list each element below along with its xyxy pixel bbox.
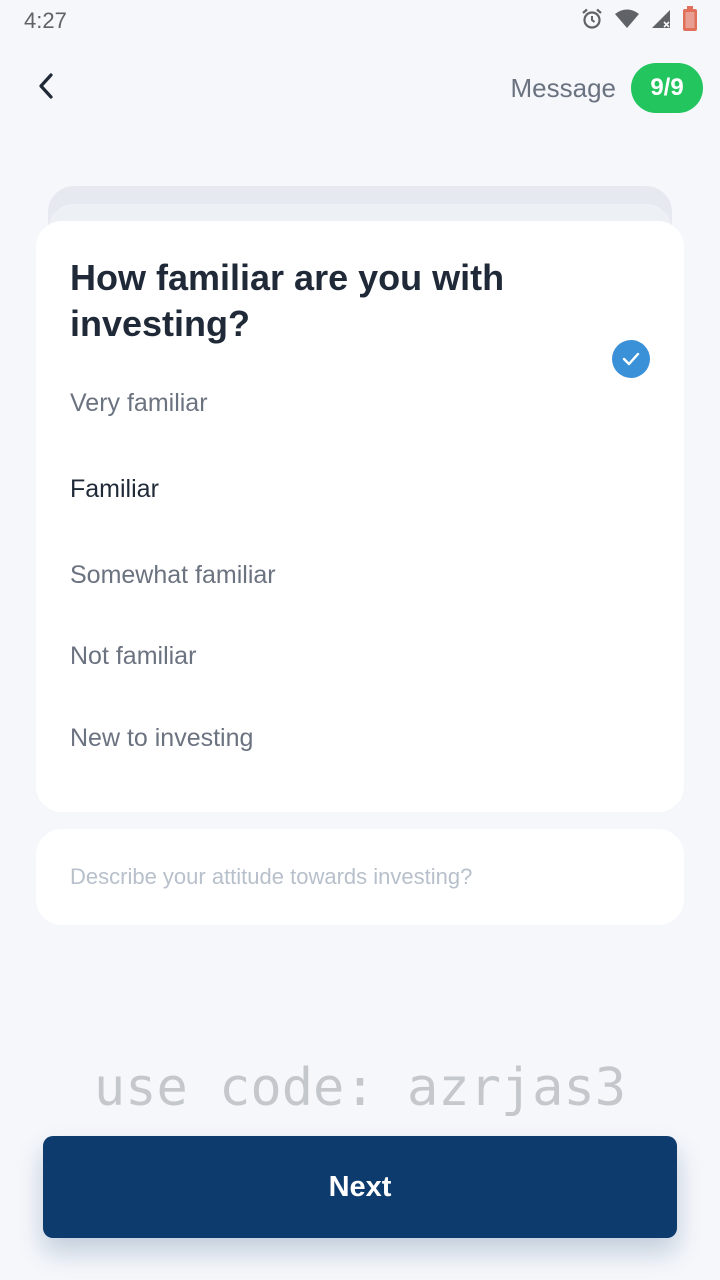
- option-label: Somewhat familiar: [70, 561, 276, 589]
- status-time: 4:27: [24, 8, 67, 33]
- alarm-icon: [580, 7, 604, 36]
- question-title: How familiar are you with investing?: [70, 257, 505, 344]
- option-label: Very familiar: [70, 389, 208, 417]
- battery-icon: [682, 5, 698, 37]
- option-somewhat-familiar[interactable]: Somewhat familiar: [36, 543, 684, 607]
- step-badge: 9/9: [631, 63, 703, 113]
- option-not-familiar[interactable]: Not familiar: [36, 624, 684, 688]
- wifi-icon: [614, 8, 640, 35]
- option-new-to-investing[interactable]: New to investing: [36, 706, 684, 770]
- option-very-familiar[interactable]: Very familiar: [36, 371, 684, 435]
- attitude-placeholder: Describe your attitude towards investing…: [70, 864, 473, 889]
- question-card: How familiar are you with investing? Ver…: [36, 221, 684, 812]
- next-button[interactable]: Next: [43, 1136, 677, 1238]
- promo-code-text: use code: azrjas3: [93, 1058, 627, 1118]
- attitude-input[interactable]: Describe your attitude towards investing…: [36, 829, 684, 925]
- status-icons: [580, 5, 698, 37]
- check-icon: [612, 340, 650, 378]
- back-button[interactable]: [26, 66, 66, 110]
- status-bar: 4:27: [0, 0, 720, 44]
- option-label: New to investing: [70, 724, 254, 752]
- chevron-left-icon: [36, 72, 56, 105]
- header-title: Message: [510, 73, 617, 103]
- signal-icon: [650, 8, 672, 35]
- option-label: Familiar: [70, 475, 159, 503]
- option-label: Not familiar: [70, 642, 197, 670]
- option-familiar[interactable]: Familiar: [36, 457, 684, 521]
